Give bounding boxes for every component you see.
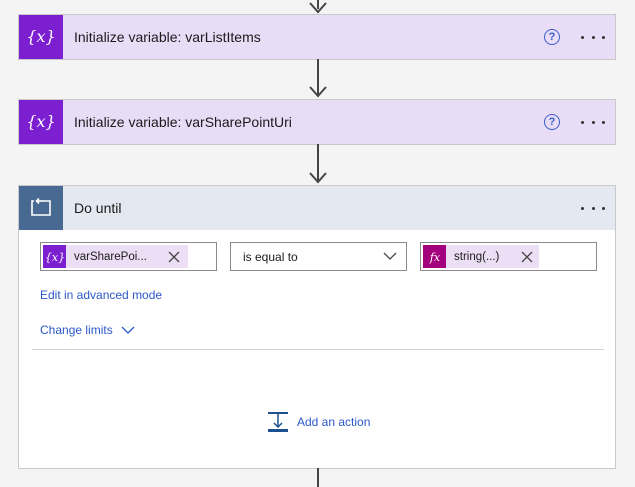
svg-text:{x}: {x} <box>45 251 65 264</box>
do-until-body: {x} varSharePoi... is equal to fx string… <box>19 230 615 468</box>
expression-icon: fx <box>423 245 446 268</box>
remove-token-icon[interactable] <box>521 251 533 263</box>
condition-left-operand-field[interactable]: {x} varSharePoi... <box>40 242 217 271</box>
action-card-header[interactable]: {x} Initialize variable: varListItems ? <box>19 15 615 59</box>
connector-line <box>317 468 319 487</box>
condition-right-operand-field[interactable]: fx string(...) <box>420 242 597 271</box>
chevron-down-icon <box>121 326 135 334</box>
operator-selected-value: is equal to <box>243 250 298 264</box>
chevron-down-icon <box>383 252 397 260</box>
action-title: Initialize variable: varSharePointUri <box>74 114 292 130</box>
variable-icon: {x} <box>19 100 63 144</box>
change-limits-label: Change limits <box>40 323 113 337</box>
do-until-header[interactable]: Do until <box>19 186 615 230</box>
connector-arrow-icon <box>309 172 327 184</box>
svg-text:{x}: {x} <box>28 27 54 46</box>
add-action-icon <box>268 412 288 432</box>
help-icon[interactable]: ? <box>544 114 560 130</box>
more-options-icon[interactable] <box>581 112 605 132</box>
action-card-header[interactable]: {x} Initialize variable: varSharePointUr… <box>19 100 615 144</box>
svg-text:{x}: {x} <box>28 112 54 131</box>
add-an-action-button[interactable]: Add an action <box>267 411 370 433</box>
connector-arrow-icon <box>309 86 327 98</box>
variable-icon: {x} <box>43 245 66 268</box>
action-title: Initialize variable: varListItems <box>74 29 261 45</box>
action-card-init-varsharepointuri[interactable]: {x} Initialize variable: varSharePointUr… <box>18 99 616 145</box>
do-until-card[interactable]: Do until {x} varSharePoi... is equal to … <box>18 185 616 469</box>
dynamic-content-token[interactable]: {x} varSharePoi... <box>43 245 188 268</box>
do-until-title: Do until <box>74 200 122 216</box>
connector-arrow-icon <box>309 2 327 14</box>
edit-advanced-mode-link[interactable]: Edit in advanced mode <box>40 288 162 302</box>
remove-token-icon[interactable] <box>168 251 180 263</box>
more-options-icon[interactable] <box>581 198 605 218</box>
expression-token[interactable]: fx string(...) <box>423 245 539 268</box>
loop-icon <box>19 186 63 230</box>
svg-text:fx: fx <box>428 251 440 264</box>
action-card-init-varlistitems[interactable]: {x} Initialize variable: varListItems ? <box>18 14 616 60</box>
token-label: varSharePoi... <box>74 250 147 263</box>
section-divider <box>32 349 604 350</box>
add-an-action-label: Add an action <box>297 415 371 429</box>
change-limits-link[interactable]: Change limits <box>40 323 135 337</box>
help-icon[interactable]: ? <box>544 29 560 45</box>
flow-canvas: {x} Initialize variable: varListItems ? … <box>0 0 635 487</box>
variable-icon: {x} <box>19 15 63 59</box>
condition-operator-select[interactable]: is equal to <box>230 242 407 271</box>
token-label: string(...) <box>454 250 500 263</box>
more-options-icon[interactable] <box>581 27 605 47</box>
